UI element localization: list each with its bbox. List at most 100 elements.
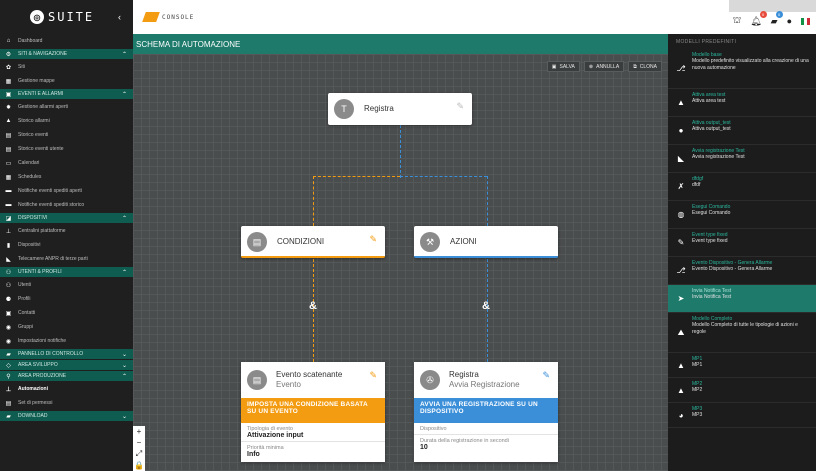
sidebar-item-calendari[interactable]: ▭ Calendari [0,156,133,170]
field-value: Info [247,451,260,458]
template-desc: dfdf [692,182,701,188]
sidebar-item-impostazioni-notifiche[interactable]: ◉ Impostazioni notifiche [0,334,133,348]
template-item[interactable]: ⛰ Modello Completo Modello Completo di tu… [668,313,816,353]
trigger-card[interactable]: ▤ Evento scatenante Evento ✎ IMPOSTA UNA… [241,362,385,462]
save-label: SALVA [559,63,575,70]
users-icon: ⚇ [5,269,12,276]
template-item-active[interactable]: ➤ Invia Notifica Test Invia Notifica Test [668,285,816,313]
sidebar-item-gruppi[interactable]: ◉ Gruppi [0,320,133,334]
user-icon[interactable]: ● [787,16,792,26]
sidebar-section-utenti[interactable]: ⚇ UTENTI & PROFILI ⌃ [0,267,133,277]
template-item[interactable]: ◕ MP3 MP3 [668,403,816,428]
sidebar-item-label: Storico eventi utente [18,146,64,152]
automation-canvas[interactable]: ▣ SALVA ⊗ ANNULLA ⧉ CLONA T Registra ✎ ▤ CO… [133,54,668,471]
pencil-icon[interactable]: ✎ [456,101,464,112]
sidebar-item-telecamere[interactable]: ◣ Telecamere ANPR di terze parti [0,252,133,266]
console-brand: CONSOLE [142,12,194,22]
sidebar-section-download[interactable]: ▰ DOWNLOAD ⌄ [0,411,133,421]
sidebar-item-automazioni[interactable]: ⊥ Automazioni [0,382,133,396]
trigger-field-event-type: Tipologia di evento Attivazione input [241,423,385,442]
template-desc: Attiva area test [692,98,726,104]
suite-logo[interactable]: ◎ SUITE ‹ [0,0,133,34]
sidebar-section-dispositivi[interactable]: ◪ DISPOSITIVI ⌃ [0,213,133,223]
sidebar-section-eventi[interactable]: ▣ EVENTI E ALLARMI ⌃ [0,89,133,99]
connector-to-conditions-v [313,176,314,226]
sidebar-item-gestione-mappe[interactable]: ▦ Gestione mappe [0,74,133,88]
sidebar-item-storico-allarmi[interactable]: ▲ Storico allarmi [0,114,133,128]
connector-root-down [400,125,401,178]
italy-flag-icon[interactable] [801,17,810,25]
template-item[interactable]: ● Attiva output_test Attiva output_test [668,117,816,145]
template-item[interactable]: ◣ Avvia registrazione Test Avvia registra… [668,145,816,173]
sidebar-item-set-permessi[interactable]: ▤ Set di permessi [0,396,133,410]
clone-icon: ⧉ [633,63,637,70]
template-item[interactable]: ✎ Event type fixed Event type fixed [668,229,816,257]
message-badge: 0 [775,10,783,18]
mp-icon: ▲ [677,385,685,395]
sidebar-item-centralini[interactable]: ⊥ Centralini piattaforme [0,224,133,238]
sidebar-item-notifiche-aperti[interactable]: ▬ Notifiche eventi spediti aperti [0,184,133,198]
template-item[interactable]: ▲ Attiva area test Attiva area test [668,89,816,117]
bell-badge: 0 [759,10,767,18]
bell-icon[interactable]: 🔔︎ 0 [750,10,767,27]
template-desc: Attiva output_test [692,126,731,132]
sidebar-item-allarmi-aperti[interactable]: ✸ Gestione allarmi aperti [0,100,133,114]
root-node[interactable]: T Registra ✎ [328,93,472,125]
save-button[interactable]: ▣ SALVA [546,61,580,72]
and-symbol-conditions: & [309,300,317,312]
flow-icon: ⎇ [676,266,686,275]
conditions-node[interactable]: ▤ CONDIZIONI ✎ [241,226,385,258]
sidebar-item-schedules[interactable]: ▦ Schedules [0,170,133,184]
trigger-band: IMPOSTA UNA CONDIZIONE BASATA SU UN EVEN… [241,398,385,423]
sidebar-item-storico-eventi[interactable]: ▤ Storico eventi [0,128,133,142]
sidebar-item-contatti[interactable]: ▣ Contatti [0,306,133,320]
pencil-icon[interactable]: ✎ [369,234,377,245]
sidebar-section-label: SITI & NAVIGAZIONE [18,51,68,57]
sidebar-section-sviluppo[interactable]: ◇ AREA SVILUPPO ⌄ [0,360,133,370]
template-item[interactable]: ⎇ Evento Dispositivo - Genera Allarme Eve… [668,257,816,285]
pencil-icon[interactable]: ✎ [369,370,377,381]
mp-icon: ▲ [677,360,685,370]
sidebar-item-label: Centralini piattaforme [18,228,66,234]
clone-button[interactable]: ⧉ CLONA [628,61,662,72]
template-item[interactable]: ⎇ Modello base Modello predefinito visual… [668,49,816,89]
collapse-sidebar-icon[interactable]: ‹ [118,12,121,22]
sidebar-section-label: AREA PRODUZIONE [18,373,67,379]
schedule-icon: ▦ [5,174,12,181]
message-icon[interactable]: ▰ 0 [771,10,783,27]
action-card[interactable]: ✇ Registra Avvia Registrazione ✎ AVVIA U… [414,362,558,462]
sidebar-section-siti[interactable]: ⚙ SITI & NAVIGAZIONE ⌃ [0,49,133,59]
sidebar-item-storico-eventi-utente[interactable]: ▤ Storico eventi utente [0,142,133,156]
template-item[interactable]: ◍ Esegui Comando Esegui Comando [668,201,816,229]
sidebar-item-siti[interactable]: ✿ Siti [0,60,133,74]
template-item[interactable]: ✗ dfdgf dfdf [668,173,816,201]
actions-icon: ⚒ [420,232,440,252]
template-item[interactable]: ▲ MP2 MP2 [668,378,816,403]
conditions-label: CONDIZIONI [277,237,325,246]
sidebar-section-pannello[interactable]: ▰ PANNELLO DI CONTROLLO ⌄ [0,349,133,359]
lock-button[interactable]: 🔒 [134,461,144,470]
sidebar-item-label: Siti [18,64,25,70]
template-item[interactable]: ▲ MP1 MP1 [668,353,816,378]
zoom-out-button[interactable]: − [137,438,142,447]
sidebar-item-profili[interactable]: ⚈ Profili [0,292,133,306]
cancel-button[interactable]: ⊗ ANNULLA [583,61,625,72]
sidebar-item-dispositivi[interactable]: ▮ Dispositivi [0,238,133,252]
sidebar-item-utenti[interactable]: ⚇ Utenti [0,278,133,292]
action-field-duration: Durata della registrazione in secondi 10 [414,435,558,453]
sidebar-item-notifiche-storico[interactable]: ▬ Notifiche eventi spediti storico [0,198,133,212]
briefcase-icon[interactable]: ⛫ [733,15,741,27]
conditions-icon: ▤ [247,232,267,252]
actions-node[interactable]: ⚒ AZIONI [414,226,558,258]
action-card-title: Registra Avvia Registrazione [449,370,520,390]
sidebar-item-label: Storico eventi [18,132,49,138]
template-desc: MP1 [692,362,703,368]
pencil-icon[interactable]: ✎ [542,370,550,381]
sidebar-item-dashboard[interactable]: ⌂ Dashboard [0,34,133,48]
user-group-icon: ⚇ [5,282,12,289]
sidebar-section-produzione[interactable]: ⚲ AREA PRODUZIONE ⌃ [0,371,133,381]
fit-view-button[interactable]: ⤢ [136,449,142,459]
zoom-controls: + − ⤢ 🔒 [133,426,145,471]
zoom-in-button[interactable]: + [137,427,142,436]
flow-icon: ⎇ [676,64,686,73]
